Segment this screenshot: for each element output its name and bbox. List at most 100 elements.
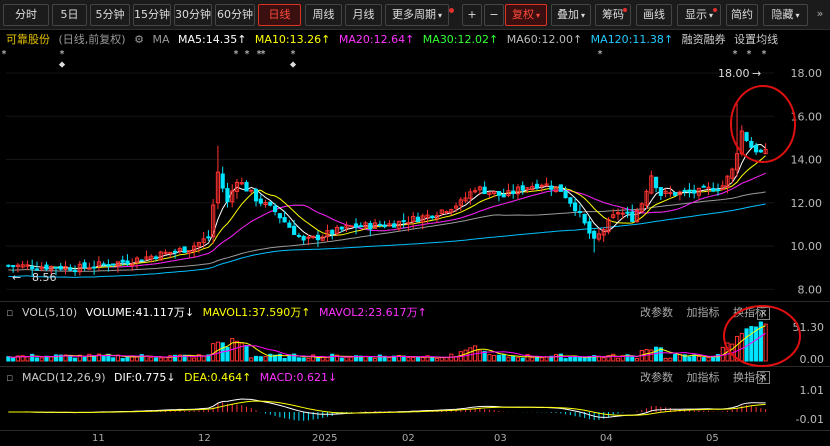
candle-body bbox=[30, 266, 35, 270]
hide-button[interactable]: 隐藏 ▾ bbox=[763, 4, 808, 26]
period-weekly-button[interactable]: 周线 bbox=[305, 4, 342, 26]
more-icon[interactable]: » bbox=[812, 4, 828, 26]
period-daily-button[interactable]: 日线 bbox=[258, 4, 301, 26]
period-30min-button[interactable]: 30分钟 bbox=[174, 4, 212, 26]
date-label: 03 bbox=[494, 433, 507, 444]
candle-body bbox=[368, 222, 373, 230]
event-star-icon[interactable]: * bbox=[291, 49, 296, 60]
date-label: 2025 bbox=[312, 433, 338, 444]
candle-body bbox=[415, 216, 421, 223]
candle-body bbox=[520, 185, 525, 191]
candle-body bbox=[577, 211, 582, 214]
display-button[interactable]: 显示 ▾ bbox=[677, 4, 721, 26]
candle-body bbox=[82, 262, 87, 269]
period-label: 月线 bbox=[352, 8, 375, 21]
candle-body bbox=[701, 185, 706, 188]
volume-bar bbox=[192, 357, 197, 362]
volume-bar bbox=[649, 349, 654, 362]
period-label: 5日 bbox=[60, 8, 79, 21]
candle-body bbox=[568, 197, 573, 204]
price-panel[interactable]: 可靠股份 (日线,前复权) ⚙ MA MA5:14.35↑ MA10:13.26… bbox=[0, 30, 830, 302]
volume-chart[interactable] bbox=[0, 303, 830, 367]
event-star-icon[interactable]: * bbox=[598, 49, 603, 60]
event-diamond-icon[interactable]: ⬥ bbox=[290, 60, 297, 70]
candle-body bbox=[292, 225, 297, 235]
volume-bar bbox=[368, 356, 373, 362]
period-60min-button[interactable]: 60分钟 bbox=[215, 4, 255, 26]
event-star-icon[interactable]: * bbox=[762, 49, 767, 60]
draw-line-button[interactable]: 画线 bbox=[636, 4, 672, 26]
period-monthly-button[interactable]: 月线 bbox=[345, 4, 382, 26]
candle-body bbox=[358, 225, 363, 228]
volume-bar bbox=[668, 357, 673, 362]
volume-panel[interactable]: ▫ VOL(5,10) VOLUME:41.117万↓ MAVOL1:37.59… bbox=[0, 303, 830, 367]
price-chart[interactable]: 18.0016.0014.0012.0010.008.00* * * * * * * * * * *… bbox=[0, 30, 830, 302]
event-star-icon[interactable]: * bbox=[2, 49, 7, 60]
chips-button[interactable]: 筹码 bbox=[595, 4, 631, 26]
candle-body bbox=[225, 188, 230, 203]
volume-bar bbox=[582, 357, 587, 362]
volume-bar bbox=[711, 356, 716, 362]
simple-mode-button[interactable]: 简约 bbox=[726, 4, 758, 26]
volume-bar bbox=[315, 358, 321, 362]
candle-body bbox=[120, 259, 125, 263]
candle-body bbox=[592, 230, 597, 239]
volume-bar bbox=[763, 323, 768, 362]
toolbar-label: 隐藏 bbox=[771, 8, 794, 21]
event-star-icon[interactable]: * bbox=[245, 49, 250, 60]
volume-bar bbox=[515, 357, 521, 362]
volume-bar bbox=[701, 357, 706, 362]
volume-bar bbox=[72, 357, 78, 362]
candle-body bbox=[273, 205, 278, 213]
event-star-icon[interactable]: * bbox=[733, 49, 738, 60]
dif-line bbox=[8, 398, 766, 418]
period-intraday-button[interactable]: 分时 bbox=[3, 4, 49, 26]
volume-bar bbox=[225, 346, 230, 362]
event-star-icon[interactable]: * bbox=[60, 49, 65, 60]
candle-body bbox=[296, 234, 301, 237]
adjust-button[interactable]: 复权 ▾ bbox=[505, 4, 547, 26]
event-star-icon[interactable]: * bbox=[234, 49, 239, 60]
candle-body bbox=[6, 264, 11, 267]
volume-bar bbox=[163, 356, 168, 362]
candle-body bbox=[306, 236, 311, 239]
macd-chart[interactable] bbox=[0, 368, 830, 430]
chevron-down-icon: ▾ bbox=[795, 11, 800, 20]
volume-bar bbox=[239, 342, 244, 362]
period-label: 分时 bbox=[15, 8, 37, 21]
candle-body bbox=[249, 189, 254, 192]
candle-body bbox=[630, 211, 635, 222]
event-star-icon[interactable]: * bbox=[747, 49, 752, 60]
candle-body bbox=[92, 266, 97, 269]
candle-body bbox=[749, 141, 754, 148]
volume-bar bbox=[677, 354, 682, 362]
zoom-out-button[interactable]: − bbox=[484, 4, 504, 26]
candle-body bbox=[339, 226, 344, 230]
volume-bar bbox=[406, 357, 411, 362]
volume-bar bbox=[25, 356, 30, 362]
period-15min-button[interactable]: 15分钟 bbox=[133, 4, 171, 26]
volume-bar bbox=[506, 356, 511, 362]
volume-bar bbox=[387, 357, 392, 362]
period-more-button[interactable]: 更多周期 ▾ bbox=[385, 4, 449, 26]
volume-bar bbox=[244, 345, 249, 362]
candle-body bbox=[620, 212, 625, 215]
overlay-button[interactable]: 叠加 ▾ bbox=[551, 4, 591, 26]
candle-body bbox=[111, 263, 116, 266]
event-star-icon[interactable]: * bbox=[261, 49, 266, 60]
candle-body bbox=[349, 225, 354, 228]
zoom-in-button[interactable]: + bbox=[462, 4, 482, 26]
date-label: 02 bbox=[402, 433, 415, 444]
volume-bar bbox=[696, 356, 702, 362]
low-annotation: 8.56 bbox=[32, 271, 57, 284]
event-diamond-icon[interactable]: ⬥ bbox=[59, 60, 66, 70]
toolbar-label: 简约 bbox=[731, 8, 753, 21]
period-5day-button[interactable]: 5日 bbox=[52, 4, 87, 26]
volume-bar bbox=[144, 355, 149, 362]
macd-panel[interactable]: ▫ MACD(12,26,9) DIF:0.775↓ DEA:0.464↑ MA… bbox=[0, 368, 830, 430]
volume-bar bbox=[268, 353, 273, 362]
period-5min-button[interactable]: 5分钟 bbox=[90, 4, 130, 26]
volume-bar bbox=[158, 357, 163, 362]
candle-body bbox=[687, 189, 692, 193]
candle-body bbox=[392, 223, 397, 228]
